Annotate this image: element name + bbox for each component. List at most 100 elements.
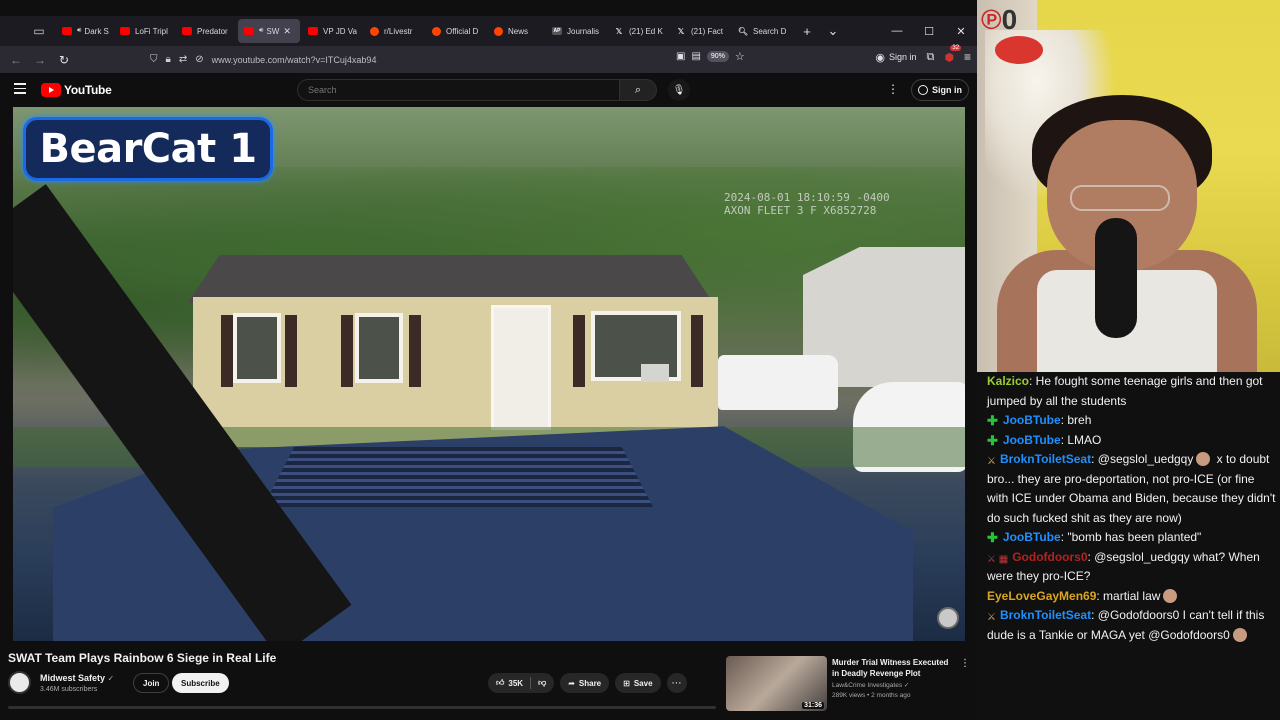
subscribe-button[interactable]: Subscribe: [172, 673, 229, 693]
recommended-channel-text[interactable]: Law&Crime Investigates: [832, 682, 902, 689]
chat-username[interactable]: JooBTube: [1003, 433, 1061, 447]
video-actions: 👍︎ 35K 👎︎ ➦ Share ⊞ Save ⋯: [488, 673, 687, 693]
browser-tab[interactable]: LoFi Tripl: [114, 19, 174, 43]
window-controls: — ☐ ✕: [881, 16, 977, 46]
extension-badge-count: 32: [950, 44, 962, 51]
shield-icon[interactable]: ⛉: [150, 54, 158, 65]
tab-close-icon[interactable]: ✕: [283, 26, 291, 37]
new-tab-icon[interactable]: +: [794, 24, 820, 39]
microphone-icon[interactable]: 🎙︎: [668, 79, 690, 101]
recommended-channel[interactable]: Law&Crime Investigates ✓: [832, 681, 909, 689]
chat-username[interactable]: EyeLoveGayMen69: [987, 589, 1096, 603]
chat-text: : breh: [1060, 413, 1092, 427]
description-bar[interactable]: [8, 706, 716, 709]
youtube-logo[interactable]: YouTube: [41, 83, 112, 97]
speaker-icon[interactable]: 🔊︎: [259, 27, 263, 35]
recommended-duration: 31:36: [802, 702, 824, 709]
channel-avatar[interactable]: [8, 671, 31, 694]
browser-tab[interactable]: News: [488, 19, 544, 43]
search-icon[interactable]: ⌕: [619, 79, 657, 101]
thumbs-down-icon[interactable]: 👎︎: [538, 678, 546, 688]
tab-list-icon[interactable]: ▭: [30, 22, 48, 40]
reader-view-icon[interactable]: ▤: [691, 51, 700, 62]
tab-label: Predator: [197, 26, 228, 36]
air-conditioner: [641, 364, 669, 382]
recommended-meta: 289K views • 2 months ago: [832, 692, 911, 699]
tab-label: SW: [266, 26, 280, 36]
video-player[interactable]: BearCat 1 2024-08-01 18:10:59 -0400 AXON …: [13, 107, 965, 641]
lock-icon[interactable]: 🔒︎: [166, 54, 171, 65]
url-text[interactable]: www.youtube.com/watch?v=ITCuj4xab94: [212, 55, 377, 65]
browser-tab[interactable]: 𝕏 (21) Ed K: [608, 19, 668, 43]
browser-tab[interactable]: 🔍︎ Search D: [732, 19, 792, 43]
browser-tab[interactable]: 𝕏 (21) Fact: [670, 19, 730, 43]
url-actions: ▣ ▤ 90% ☆: [676, 50, 745, 63]
youtube-signin-button[interactable]: Sign in: [911, 79, 969, 101]
zoom-level[interactable]: 90%: [706, 51, 729, 62]
picture-icon[interactable]: ▣: [676, 51, 685, 62]
bookmark-star-icon[interactable]: ☆: [735, 50, 745, 63]
menu-icon[interactable]: ≡: [964, 50, 971, 64]
more-actions-icon[interactable]: ⋯: [666, 673, 687, 693]
youtube-header: YouTube ⌕ 🎙︎ ⋮ Sign in: [0, 73, 977, 107]
maximize-icon[interactable]: ☐: [913, 25, 945, 38]
back-icon[interactable]: ←: [4, 53, 28, 67]
reload-icon[interactable]: ↻: [52, 53, 76, 67]
share-button[interactable]: ➦ Share: [560, 673, 610, 693]
toolbar-right: ◉ Sign in ⧉ ⬢ 32 ≡: [875, 44, 971, 64]
shutter: [285, 315, 297, 387]
permissions-icon[interactable]: ⇄: [179, 54, 187, 65]
thumbs-up-icon[interactable]: 👍︎: [496, 678, 504, 688]
browser-tab[interactable]: Official D: [426, 19, 486, 43]
chat-username[interactable]: BroknToiletSeat: [1000, 608, 1091, 622]
chat-text: : martial law: [1096, 588, 1161, 603]
browser-tab[interactable]: r/Livestr: [364, 19, 424, 43]
chevron-down-icon[interactable]: ⌄: [820, 23, 846, 39]
browser-tab[interactable]: VP JD Va: [302, 19, 362, 43]
join-button[interactable]: Join: [133, 673, 170, 693]
recommended-video[interactable]: 31:36 Murder Trial Witness Executed in D…: [726, 656, 970, 712]
recommended-thumbnail[interactable]: 31:36: [726, 656, 827, 711]
ublock-icon[interactable]: ⬢ 32: [944, 44, 962, 64]
save-button[interactable]: ⊞ Save: [615, 673, 661, 693]
forward-icon[interactable]: →: [28, 53, 52, 67]
tabs-container: 🔊︎ Dark S LoFi Tripl Predator 🔊︎ SW ✕ VP JD Va r…: [56, 16, 794, 46]
chat-message: ⚔ BroknToiletSeat: @Godofdoors0 I can't t…: [987, 606, 1276, 645]
browser-tab[interactable]: Predator: [176, 19, 236, 43]
browser-tab[interactable]: 🔊︎ Dark S: [56, 19, 112, 43]
tracking-icon[interactable]: ⊘: [195, 54, 203, 65]
subscriber-badge-icon: ✚: [987, 432, 998, 448]
chat-message: ✚ JooBTube: "bomb has been planted": [987, 528, 1276, 548]
browser-window: ▭ 🔊︎ Dark S LoFi Tripl Predator 🔊︎ SW ✕ VP JD V…: [0, 0, 977, 720]
close-icon[interactable]: ✕: [945, 25, 977, 38]
chat-username[interactable]: Godofdoors0: [1012, 550, 1087, 564]
youtube-play-icon: [41, 83, 61, 97]
minimize-icon[interactable]: —: [881, 25, 913, 37]
tab-bar: ▭ 🔊︎ Dark S LoFi Tripl Predator 🔊︎ SW ✕ VP JD V…: [0, 16, 977, 46]
hamburger-menu-icon[interactable]: [14, 83, 26, 97]
chat-username[interactable]: JooBTube: [1003, 530, 1061, 544]
like-count[interactable]: 35K: [508, 679, 523, 688]
channel-name[interactable]: Midwest Safety ✓: [40, 673, 114, 683]
chat-username[interactable]: Kalzico: [987, 374, 1029, 388]
recommended-more-icon[interactable]: ⋮: [960, 658, 970, 669]
more-options-icon[interactable]: ⋮: [887, 82, 899, 96]
account-signin-button[interactable]: ◉ Sign in: [875, 51, 916, 64]
extensions-icon[interactable]: ⧉: [927, 51, 935, 64]
channel-name-text[interactable]: Midwest Safety: [40, 673, 105, 683]
speaker-icon[interactable]: 🔊︎: [77, 27, 81, 35]
webcam-glasses: [1070, 185, 1170, 211]
chat-username[interactable]: BroknToiletSeat: [1000, 452, 1091, 466]
recommended-title[interactable]: Murder Trial Witness Executed in Deadly …: [832, 657, 954, 679]
bearcat-overlay-badge: BearCat 1: [23, 117, 273, 181]
channel-watermark-icon[interactable]: [937, 607, 959, 629]
chat-username[interactable]: JooBTube: [1003, 413, 1061, 427]
x-icon: 𝕏: [615, 26, 623, 36]
video-roof: [188, 255, 713, 303]
youtube-icon: [120, 27, 130, 35]
search-input[interactable]: [297, 79, 619, 101]
tab-label: LoFi Tripl: [135, 26, 168, 36]
tab-label: (21) Fact: [691, 26, 724, 36]
browser-tab[interactable]: 🔊︎ SW ✕: [238, 19, 300, 43]
browser-tab[interactable]: AP Journalis: [546, 19, 606, 43]
